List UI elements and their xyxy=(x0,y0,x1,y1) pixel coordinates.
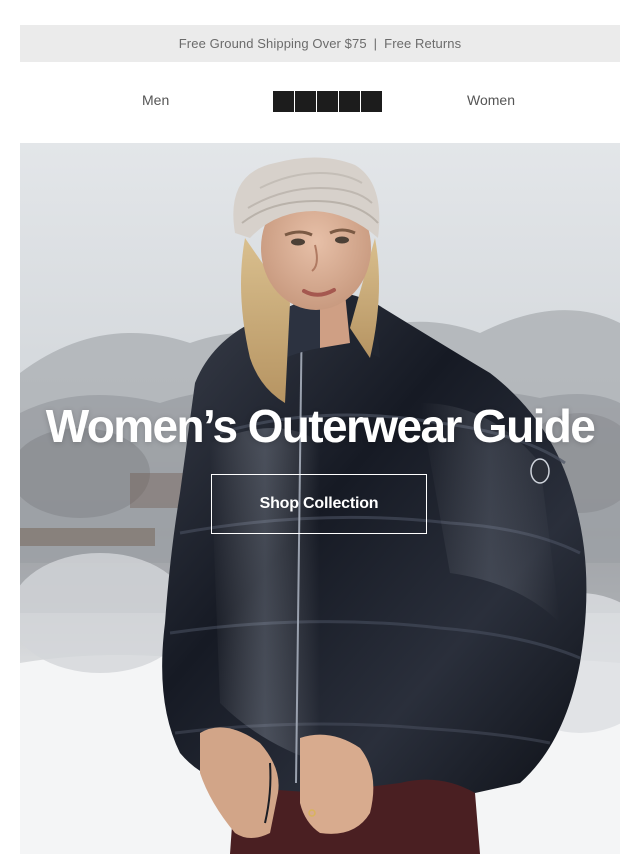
promo-separator: | xyxy=(373,36,378,51)
logo-block xyxy=(295,91,316,112)
brand-logo-icon[interactable] xyxy=(273,91,382,112)
promo-shipping-text: Free Ground Shipping Over $75 xyxy=(178,36,367,51)
logo-block xyxy=(339,91,360,112)
hero-banner[interactable]: Women’s Outerwear Guide Shop Collection xyxy=(20,143,620,854)
logo-block xyxy=(317,91,338,112)
promo-bar: Free Ground Shipping Over $75 | Free Ret… xyxy=(20,25,620,62)
main-nav: Men Women xyxy=(20,80,620,124)
nav-link-women[interactable]: Women xyxy=(467,92,515,108)
logo-block xyxy=(361,91,382,112)
nav-link-men[interactable]: Men xyxy=(142,92,169,108)
promo-returns-text: Free Returns xyxy=(384,36,462,51)
hero-title: Women’s Outerwear Guide xyxy=(45,400,596,452)
shop-collection-button[interactable]: Shop Collection xyxy=(211,474,427,534)
logo-block xyxy=(273,91,294,112)
